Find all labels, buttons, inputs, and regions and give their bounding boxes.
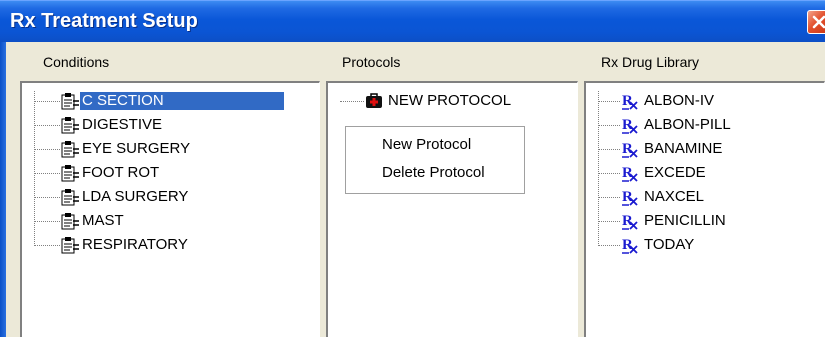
condition-c-section[interactable]: C SECTION [22,89,319,113]
condition-foot-rot[interactable]: FOOT ROT [22,161,319,185]
drug-label: TODAY [644,236,695,253]
condition-respiratory[interactable]: RESPIRATORY [22,233,319,257]
drug-label: NAXCEL [644,188,705,205]
drug-label: PENICILLIN [644,212,726,229]
close-button[interactable] [807,10,825,34]
condition-mast[interactable]: MAST [22,209,319,233]
menu-item-delete-protocol[interactable]: Delete Protocol [382,164,485,181]
condition-label: EYE SURGERY [82,140,191,157]
rx-treatment-setup-window: Rx Treatment Setup Conditions Protocols … [0,0,825,337]
protocol-label: NEW PROTOCOL [388,92,512,109]
window-title: Rx Treatment Setup [10,10,198,32]
condition-label: C SECTION [80,92,284,110]
protocols-header: Protocols [342,54,401,70]
condition-eye-surgery[interactable]: EYE SURGERY [22,137,319,161]
title-bar[interactable]: Rx Treatment Setup [0,0,825,42]
drug-label: ALBON-PILL [644,116,731,133]
drug-library-header: Rx Drug Library [601,54,700,70]
drug-naxcel[interactable]: R NAXCEL [586,185,824,209]
drug-excede[interactable]: R EXCEDE [586,161,824,185]
rx-icon: R [620,212,640,230]
menu-item-new-protocol[interactable]: New Protocol [382,136,471,153]
condition-label: RESPIRATORY [82,236,188,253]
clipboard-icon [60,116,80,134]
rx-icon: R [620,236,640,254]
protocol-context-menu: New Protocol Delete Protocol [345,126,525,194]
condition-label: MAST [82,212,124,229]
clipboard-icon [60,188,80,206]
medical-bag-icon [364,92,384,110]
drug-label: EXCEDE [644,164,706,181]
clipboard-icon [60,140,80,158]
clipboard-icon [60,92,80,110]
rx-icon: R [620,188,640,206]
rx-icon: R [620,164,640,182]
drug-today[interactable]: R TODAY [586,233,824,257]
condition-digestive[interactable]: DIGESTIVE [22,113,319,137]
condition-label: DIGESTIVE [82,116,163,133]
drug-banamine[interactable]: R BANAMINE [586,137,824,161]
clipboard-icon [60,164,80,182]
protocol-new-protocol[interactable]: NEW PROTOCOL [328,89,577,113]
close-icon [812,15,825,29]
drug-penicillin[interactable]: R PENICILLIN [586,209,824,233]
rx-icon: R [620,92,640,110]
rx-icon: R [620,140,640,158]
conditions-tree[interactable]: C SECTION DIGESTIVE EYE SURGERY FOOT ROT… [20,81,320,337]
clipboard-icon [60,236,80,254]
drug-library-tree[interactable]: R ALBON-IV R ALBON-PILL R BANAMINE R EXC… [584,81,825,337]
drug-label: ALBON-IV [644,92,715,109]
clipboard-icon [60,212,80,230]
condition-lda-surgery[interactable]: LDA SURGERY [22,185,319,209]
rx-icon: R [620,116,640,134]
drug-albon-iv[interactable]: R ALBON-IV [586,89,824,113]
protocols-tree[interactable]: NEW PROTOCOL [326,81,578,337]
drug-albon-pill[interactable]: R ALBON-PILL [586,113,824,137]
condition-label: FOOT ROT [82,164,160,181]
conditions-header: Conditions [43,54,110,70]
drug-label: BANAMINE [644,140,723,157]
condition-label: LDA SURGERY [82,188,189,205]
